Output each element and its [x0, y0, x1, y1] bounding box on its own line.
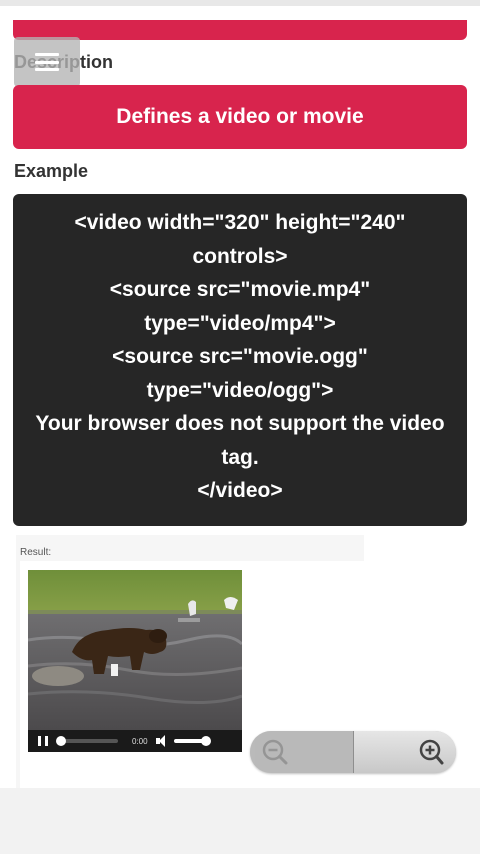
zoom-out-icon	[262, 739, 288, 765]
code-line: <video width="320" height="240"	[74, 211, 406, 234]
video-frame-image	[28, 570, 242, 730]
previous-accent-bar	[13, 20, 467, 40]
code-line: tag.	[221, 445, 259, 469]
video-progress-bar[interactable]	[56, 736, 118, 746]
code-line: type="video/ogg">	[146, 378, 334, 402]
video-time: 0:00	[132, 736, 148, 746]
code-line: <source src="movie.mp4"	[109, 278, 371, 301]
code-example: <video width="320" height="240" controls…	[13, 194, 467, 526]
status-strip	[0, 0, 480, 6]
code-line: </video>	[197, 479, 283, 502]
result-label: Result:	[20, 547, 52, 558]
code-line: type="video/mp4">	[144, 311, 336, 335]
zoom-in-button[interactable]	[352, 731, 456, 773]
zoom-out-button[interactable]	[250, 731, 353, 773]
page: Description Defines a video or movie Exa…	[0, 0, 480, 788]
volume-slider[interactable]	[173, 736, 211, 746]
code-line: <source src="movie.ogg"	[112, 345, 368, 368]
zoom-controls	[250, 731, 456, 773]
menu-button[interactable]	[14, 37, 80, 87]
pause-icon[interactable]	[38, 736, 48, 746]
example-label: Example	[14, 161, 89, 181]
code-line: controls>	[192, 244, 288, 268]
video-controls: 0:00	[28, 730, 242, 752]
code-line: Your browser does not support the video	[35, 412, 445, 435]
volume-icon[interactable]	[155, 735, 168, 747]
video-player[interactable]	[28, 570, 242, 730]
description-text: Defines a video or movie	[13, 85, 467, 149]
hamburger-menu-icon	[35, 53, 59, 71]
zoom-in-icon	[419, 739, 444, 765]
